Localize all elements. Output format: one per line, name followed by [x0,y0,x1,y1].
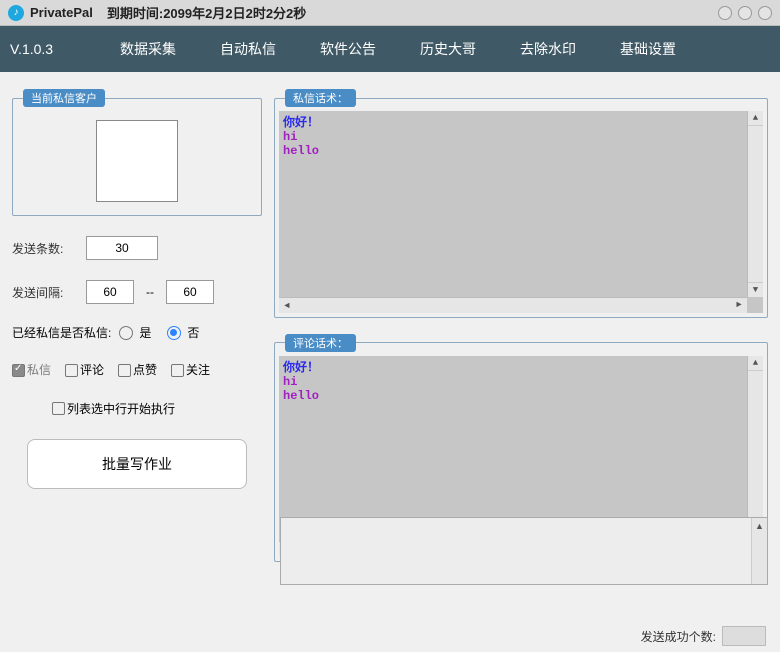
client-avatar [96,120,178,202]
radio-yes[interactable] [119,326,133,340]
radio-yes-label: 是 [139,324,151,341]
send-interval-label: 发送间隔: [12,284,78,301]
maximize-icon[interactable] [738,6,752,20]
nav-settings[interactable]: 基础设置 [620,39,676,59]
expire-text: 到期时间:2099年2月2日2时2分2秒 [107,3,306,22]
check-follow[interactable] [171,364,184,377]
left-panel: 当前私信客户 发送条数: 发送间隔: -- 已经私信是否私信: 是 否 私信 评… [12,89,262,562]
log-vscroll[interactable]: ▲ [751,518,767,584]
current-client-box: 当前私信客户 [12,89,262,216]
cm-line1: 你好！ [279,356,763,375]
radio-no[interactable] [167,326,181,340]
pm-hscroll[interactable]: ◄► [279,297,747,313]
client-legend: 当前私信客户 [23,89,105,107]
pm-vscroll[interactable]: ▲▼ [747,111,763,297]
minimize-icon[interactable] [718,6,732,20]
pm-line1: 你好！ [279,111,763,130]
version-label: V.1.0.3 [10,41,120,57]
send-interval-row: 发送间隔: -- [12,280,262,304]
pm-script-box: 私信话术： 你好！ hi hello ▲▼ ◄► [274,89,768,318]
nav-announce[interactable]: 软件公告 [320,39,376,59]
check-like[interactable] [118,364,131,377]
radio-no-label: 否 [187,324,199,341]
titlebar: ♪ PrivatePal 到期时间:2099年2月2日2时2分2秒 [0,0,780,26]
footer: 发送成功个数: [641,626,766,646]
sent-count-box [722,626,766,646]
send-count-label: 发送条数: [12,240,78,257]
action-checks-row: 私信 评论 点赞 关注 [12,361,262,378]
log-box[interactable]: ▲ [280,517,768,585]
app-title: PrivatePal [30,5,93,20]
check-pm[interactable] [12,364,25,377]
nav-data-collect[interactable]: 数据采集 [120,39,176,59]
close-icon[interactable] [758,6,772,20]
check-comment[interactable] [65,364,78,377]
batch-write-button[interactable]: 批量写作业 [27,439,247,489]
pm-textarea[interactable]: 你好！ hi hello ▲▼ ◄► [279,111,763,313]
app-logo-icon: ♪ [8,5,24,21]
pm-line2: hi [279,130,763,144]
check-follow-label: 关注 [186,363,210,377]
check-like-label: 点赞 [133,363,157,377]
nav-history[interactable]: 历史大哥 [420,39,476,59]
interval-min-input[interactable] [86,280,134,304]
already-pm-label: 已经私信是否私信: [12,324,111,341]
send-count-row: 发送条数: [12,236,262,260]
comment-vscroll[interactable]: ▲▼ [747,356,763,542]
pm-line3: hello [279,144,763,158]
top-nav: V.1.0.3 数据采集 自动私信 软件公告 历史大哥 去除水印 基础设置 [0,26,780,72]
cm-line2: hi [279,375,763,389]
already-pm-row: 已经私信是否私信: 是 否 [12,324,262,341]
cm-line3: hello [279,389,763,403]
interval-max-input[interactable] [166,280,214,304]
check-listrow-label: 列表选中行开始执行 [67,400,175,417]
sent-label: 发送成功个数: [641,628,716,645]
interval-sep: -- [142,285,158,299]
check-pm-label: 私信 [27,363,51,377]
nav-remove-watermark[interactable]: 去除水印 [520,39,576,59]
right-panel: 私信话术： 你好！ hi hello ▲▼ ◄► 评论话术： 你好！ hi he… [274,89,768,562]
comment-legend: 评论话术： [285,334,356,352]
check-comment-label: 评论 [80,363,104,377]
check-listrow[interactable] [52,402,65,415]
send-count-input[interactable] [86,236,158,260]
listrow-check-row: 列表选中行开始执行 [12,400,262,417]
pm-legend: 私信话术： [285,89,356,107]
nav-auto-pm[interactable]: 自动私信 [220,39,276,59]
